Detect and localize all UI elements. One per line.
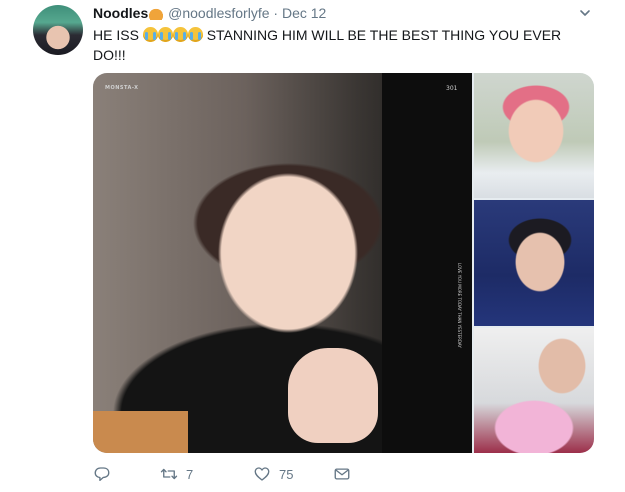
retweet-count: 7 (186, 466, 194, 482)
watermark-number: 301 (446, 85, 458, 92)
watermark-side-text: LOVE YOU MORE TODAY THAN YESTERDAY (457, 263, 462, 348)
tweet-actions: 7 75 (93, 465, 413, 485)
crying-face-icon (172, 27, 188, 42)
retweet-icon (160, 468, 178, 480)
main-photo[interactable]: MONSTA-X 301 LOVE YOU MORE TODAY THAN YE… (93, 73, 472, 453)
tweet-header: Noodles @noodlesforlyfe · Dec 12 (93, 4, 326, 22)
tweet-text-prefix: HE ISS (93, 27, 139, 43)
noodle-emoji-icon (148, 6, 165, 20)
direct-message-button[interactable] (333, 465, 351, 483)
media-grid: MONSTA-X 301 LOVE YOU MORE TODAY THAN YE… (93, 73, 594, 453)
crying-face-icon (142, 27, 158, 42)
envelope-icon (334, 468, 350, 480)
display-name[interactable]: Noodles (93, 5, 148, 21)
crying-face-icon (187, 27, 203, 42)
reply-icon (94, 467, 110, 482)
tweet-date[interactable]: Dec 12 (282, 5, 326, 21)
separator-dot: · (273, 5, 279, 21)
reply-button[interactable] (93, 465, 119, 483)
photo-hands (288, 348, 378, 443)
like-button[interactable]: 75 (253, 465, 293, 483)
thumbnail-photo-1[interactable] (474, 73, 594, 198)
tweet-text: HE ISS STANNING HIM WILL BE THE BEST THI… (93, 25, 593, 65)
watermark-brand: MONSTA-X (105, 85, 139, 91)
heart-icon (254, 467, 270, 481)
user-avatar[interactable] (33, 5, 83, 55)
like-count: 75 (279, 466, 294, 482)
thumbnail-photo-3[interactable] (474, 328, 594, 453)
user-handle[interactable]: @noodlesforlyfe (168, 5, 269, 21)
thumbnail-photo-2[interactable] (474, 200, 594, 326)
photo-table (93, 411, 188, 453)
chevron-down-icon[interactable] (579, 7, 591, 19)
crying-face-icon (157, 27, 173, 42)
retweet-button[interactable]: 7 (160, 465, 193, 483)
